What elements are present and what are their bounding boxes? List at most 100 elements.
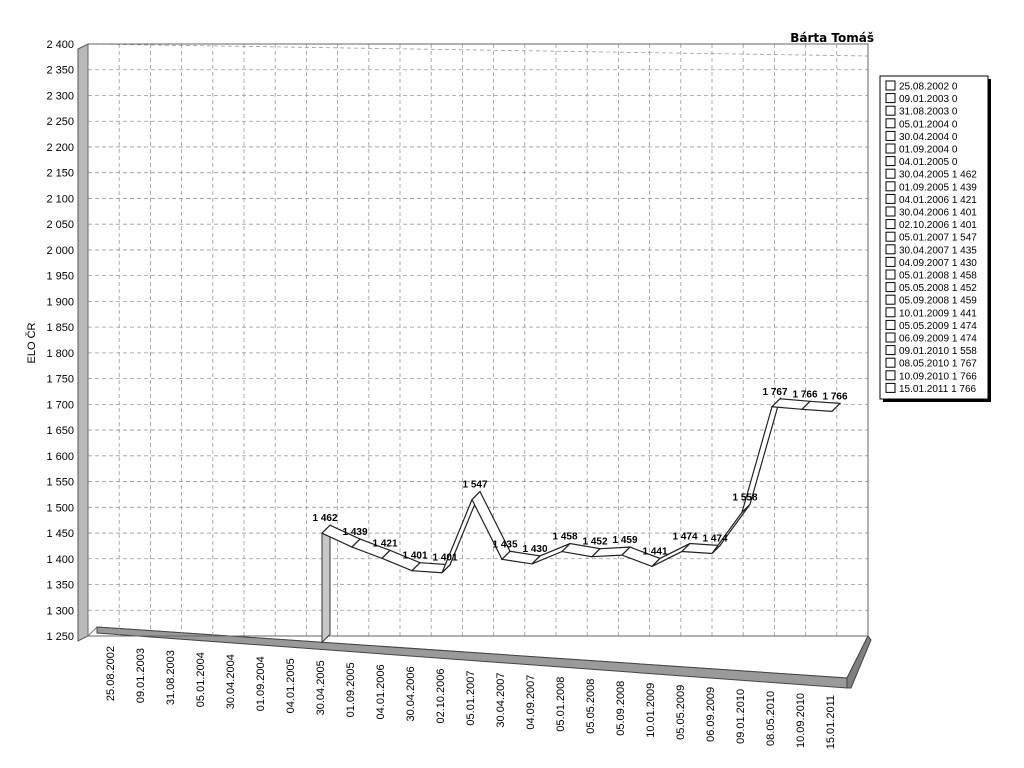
x-tick-label: 30.04.2004 <box>225 654 237 709</box>
x-tick-label: 31.08.2003 <box>165 650 177 705</box>
data-label: 1 458 <box>552 532 577 543</box>
legend-entry: 04.09.2007 1 430 <box>899 258 977 269</box>
legend-entry: 05.05.2009 1 474 <box>899 321 977 332</box>
legend-entry: 09.01.2010 1 558 <box>899 346 977 357</box>
legend-swatch <box>885 382 896 393</box>
x-tick-label: 01.09.2005 <box>345 662 357 717</box>
legend-swatch <box>885 269 896 280</box>
y-axis-ticks: 1 250 1 300 1 350 1 400 1 450 1 500 1 550 1 600… <box>46 39 74 643</box>
y-tick-label: 1 250 <box>46 631 74 643</box>
x-tick-label: 30.04.2005 <box>315 660 327 715</box>
legend-swatch <box>885 118 896 129</box>
x-tick-label: 04.01.2006 <box>375 664 387 719</box>
legend-entry: 05.05.2008 1 452 <box>899 283 977 294</box>
x-tick-label: 09.01.2010 <box>735 689 747 744</box>
legend-swatch <box>885 93 896 104</box>
y-tick-label: 1 300 <box>46 605 74 617</box>
y-tick-label: 2 100 <box>46 193 74 205</box>
elo-chart: 1 250 1 300 1 350 1 400 1 450 1 500 1 550 1 600… <box>25 31 991 749</box>
grid-line-h <box>87 43 869 57</box>
data-label: 1 401 <box>432 553 457 564</box>
data-label: 1 401 <box>402 551 427 562</box>
legend-entry: 30.04.2005 1 462 <box>899 170 977 181</box>
y-tick-label: 1 800 <box>46 348 74 360</box>
y-tick-label: 2 400 <box>46 39 74 51</box>
legend-entry: 09.01.2003 0 <box>899 94 958 105</box>
y-tick-label: 1 850 <box>46 322 74 334</box>
legend-entry: 01.09.2005 1 439 <box>899 182 977 193</box>
legend-swatch <box>885 181 896 192</box>
x-tick-label: 25.08.2002 <box>105 646 117 701</box>
data-label: 1 439 <box>342 527 367 538</box>
legend-swatch <box>885 319 896 330</box>
legend-swatch <box>885 156 896 167</box>
legend-swatch <box>885 332 896 343</box>
data-label: 1 766 <box>792 389 817 400</box>
data-label: 1 441 <box>642 546 667 557</box>
legend-entry: 01.09.2004 0 <box>899 145 958 156</box>
series-segment <box>711 503 751 554</box>
legend-swatch <box>885 130 896 141</box>
x-tick-label: 10.01.2009 <box>645 683 657 738</box>
y-tick-label: 1 950 <box>46 271 74 283</box>
legend-entry: 15.01.2011 1 766 <box>899 384 977 395</box>
x-tick-label: 05.01.2007 <box>465 671 477 726</box>
legend-swatch <box>885 244 896 255</box>
x-tick-label: 15.01.2011 <box>825 695 837 749</box>
y-axis-title: ELO ČR <box>25 322 38 363</box>
series-riser <box>321 523 331 644</box>
y-tick-label: 1 900 <box>46 296 74 308</box>
legend-swatch <box>885 307 896 318</box>
legend-entry: 04.01.2006 1 421 <box>899 195 977 206</box>
data-label: 1 462 <box>312 513 337 524</box>
x-tick-label: 05.05.2008 <box>585 679 597 734</box>
y-tick-label: 2 050 <box>46 219 74 231</box>
x-tick-label: 08.05.2010 <box>765 691 777 746</box>
data-label: 1 474 <box>702 534 727 545</box>
data-label: 1 766 <box>822 391 847 402</box>
legend-entry: 04.01.2005 0 <box>899 157 958 168</box>
y-tick-label: 1 400 <box>46 554 74 566</box>
x-tick-label: 05.05.2009 <box>675 685 687 740</box>
x-tick-label: 30.04.2007 <box>495 673 507 728</box>
y-tick-label: 1 450 <box>46 528 74 540</box>
data-label: 1 558 <box>732 492 757 503</box>
data-label: 1 767 <box>762 387 787 398</box>
legend-swatch <box>885 143 896 154</box>
left-wall <box>77 43 89 642</box>
y-tick-label: 2 300 <box>46 90 74 102</box>
series-segment <box>800 400 842 412</box>
legend-swatch <box>885 193 896 204</box>
data-label: 1 430 <box>522 544 547 555</box>
legend-entry: 05.01.2008 1 458 <box>899 271 977 282</box>
legend-swatch <box>885 294 896 305</box>
y-tick-label: 1 500 <box>46 502 74 514</box>
chart-walls <box>77 43 872 689</box>
y-tick-label: 2 350 <box>46 65 74 77</box>
y-tick-label: 1 350 <box>46 580 74 592</box>
y-tick-label: 1 600 <box>46 451 74 463</box>
y-tick-label: 2 150 <box>46 168 74 180</box>
legend-swatch <box>885 80 896 91</box>
legend-entry: 05.09.2008 1 459 <box>899 296 977 307</box>
legend-swatch <box>885 219 896 230</box>
legend-swatch <box>885 168 896 179</box>
x-tick-label: 30.04.2006 <box>405 666 417 721</box>
legend-entry: 06.09.2009 1 474 <box>899 334 977 345</box>
x-tick-label: 05.01.2008 <box>555 677 567 732</box>
y-tick-label: 1 550 <box>46 477 74 489</box>
y-tick-label: 1 650 <box>46 425 74 437</box>
x-tick-label: 01.09.2004 <box>255 656 267 711</box>
legend-swatch <box>885 282 896 293</box>
data-label: 1 459 <box>612 535 637 546</box>
legend-entry: 10.09.2010 1 766 <box>899 371 977 382</box>
data-label: 1 435 <box>492 539 517 550</box>
x-tick-label: 04.09.2007 <box>525 675 537 730</box>
legend-entry: 31.08.2003 0 <box>899 107 958 118</box>
y-tick-label: 2 250 <box>46 116 74 128</box>
legend-entry: 05.01.2004 0 <box>899 119 958 130</box>
data-label: 1 547 <box>462 480 487 491</box>
x-tick-label: 10.09.2010 <box>795 693 807 748</box>
data-label: 1 452 <box>582 537 607 548</box>
x-tick-label: 06.09.2009 <box>705 687 717 742</box>
